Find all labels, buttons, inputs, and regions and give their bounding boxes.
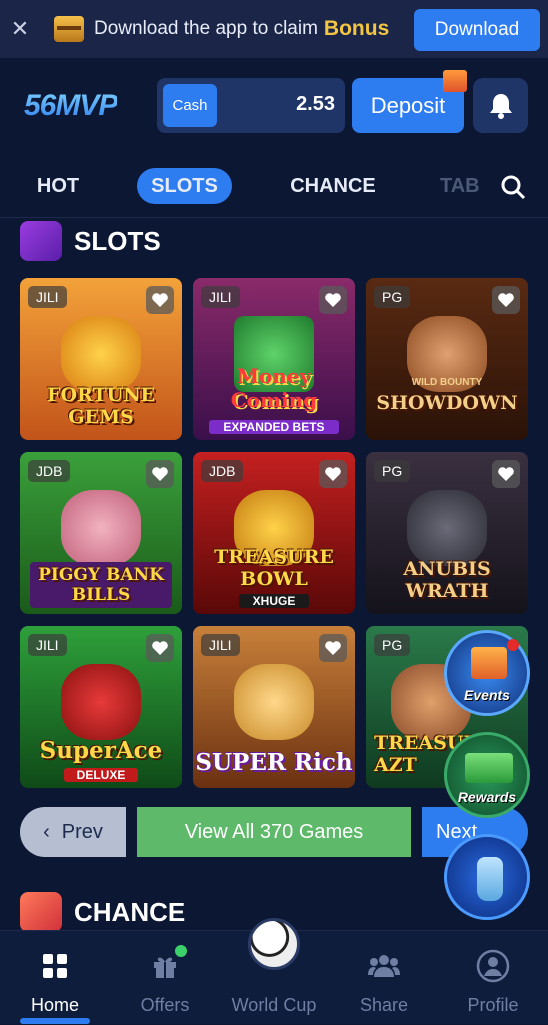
- game-card[interactable]: JILI SuperAce DELUXE: [20, 626, 182, 788]
- provider-badge: PG: [374, 460, 411, 482]
- game-title: SHOWDOWN: [376, 392, 518, 414]
- roulette-icon: [20, 892, 62, 932]
- nav-share[interactable]: Share: [329, 931, 439, 1025]
- site-logo[interactable]: 56MVP: [24, 89, 118, 123]
- provider-badge: JILI: [28, 286, 67, 308]
- soccer-ball-icon[interactable]: [248, 918, 300, 970]
- view-all-games-button[interactable]: View All 370 Games: [137, 807, 411, 857]
- game-title: PIGGY BANK BILLS: [30, 562, 172, 608]
- nav-profile-label: Profile: [467, 995, 519, 1015]
- cash-stack-icon: [465, 753, 513, 783]
- active-nav-indicator: [20, 1018, 90, 1024]
- game-card[interactable]: PG ANUBIS WRATH: [366, 452, 528, 614]
- nav-home[interactable]: Home: [0, 931, 110, 1025]
- potion-bottle-icon: [477, 857, 503, 901]
- favorite-heart-icon[interactable]: [319, 634, 347, 662]
- game-title: Money Coming: [230, 364, 318, 412]
- favorite-heart-icon[interactable]: [146, 634, 174, 662]
- events-widget[interactable]: Events: [444, 630, 530, 716]
- game-title: SuperAce: [39, 737, 163, 764]
- download-button[interactable]: Download: [414, 9, 540, 51]
- provider-badge: JILI: [28, 634, 67, 656]
- game-subtitle: XHUGE: [239, 594, 309, 608]
- favorite-heart-icon[interactable]: [492, 460, 520, 488]
- header: 56MVP Cash 2.53 Deposit: [0, 58, 548, 154]
- category-tabs: HOT SLOTS CHANCE TAB: [0, 154, 548, 218]
- game-subtitle: DELUXE: [64, 768, 138, 782]
- game-card[interactable]: JDB TREASURE BOWL XHUGE: [193, 452, 355, 614]
- chance-section-title: CHANCE: [74, 896, 186, 927]
- game-card[interactable]: JILI SUPER Rich: [193, 626, 355, 788]
- game-art: [61, 490, 141, 566]
- share-people-icon: [368, 949, 400, 983]
- game-art: [407, 490, 487, 566]
- prev-label: Prev: [61, 820, 103, 843]
- slots-game-grid: JILI FORTUNE GEMS JILI Money Coming EXPA…: [20, 278, 528, 788]
- wallet-balance[interactable]: Cash 2.53: [157, 78, 345, 133]
- chevron-left-icon: ‹: [43, 820, 50, 843]
- game-title: FORTUNE GEMS: [46, 384, 156, 428]
- home-grid-icon: [41, 949, 69, 983]
- nav-offers[interactable]: Offers: [110, 931, 220, 1025]
- provider-badge: JILI: [201, 286, 240, 308]
- events-label: Events: [464, 687, 510, 703]
- game-art: [61, 664, 141, 740]
- game-art: [234, 664, 314, 740]
- close-icon[interactable]: ✕: [2, 16, 38, 42]
- banner-bonus: Bonus: [323, 17, 390, 40]
- tab-chance[interactable]: CHANCE: [276, 168, 390, 204]
- bell-icon: [489, 93, 512, 119]
- rewards-label: Rewards: [457, 789, 517, 805]
- favorite-heart-icon[interactable]: [146, 286, 174, 314]
- treasure-chest-icon: [54, 16, 84, 42]
- favorite-heart-icon[interactable]: [492, 286, 520, 314]
- provider-badge: JDB: [28, 460, 71, 482]
- nav-profile[interactable]: Profile: [438, 931, 548, 1025]
- chance-section-header: CHANCE: [20, 892, 185, 932]
- game-subtitle: WILD BOUNTY: [411, 377, 483, 388]
- nav-share-label: Share: [359, 995, 409, 1015]
- provider-badge: JDB: [201, 460, 244, 482]
- gift-icon: [151, 945, 187, 983]
- game-card[interactable]: JDB PIGGY BANK BILLS: [20, 452, 182, 614]
- provider-badge: JILI: [201, 634, 240, 656]
- game-card[interactable]: JILI FORTUNE GEMS: [20, 278, 182, 440]
- download-banner: ✕ Download the app to claim Bonus Downlo…: [0, 0, 548, 58]
- nav-home-label: Home: [30, 995, 79, 1015]
- provider-badge: PG: [374, 634, 411, 656]
- banner-message: Download the app to claim: [94, 18, 318, 39]
- game-card[interactable]: JILI Money Coming EXPANDED BETS: [193, 278, 355, 440]
- game-art: [61, 316, 141, 392]
- notifications-button[interactable]: [473, 78, 528, 133]
- rewards-widget[interactable]: Rewards: [444, 732, 530, 818]
- tab-slots[interactable]: SLOTS: [137, 168, 232, 204]
- gift-box-icon: [471, 647, 507, 679]
- offers-notification-dot: [175, 945, 187, 957]
- cash-label: Cash: [163, 84, 217, 127]
- potion-widget[interactable]: [444, 834, 530, 920]
- tab-hot[interactable]: HOT: [20, 168, 96, 204]
- slots-section-title: SLOTS: [74, 225, 161, 256]
- prev-button[interactable]: ‹ Prev: [20, 807, 126, 857]
- search-icon[interactable]: [500, 174, 526, 200]
- balance-amount: 2.53: [296, 93, 335, 115]
- game-subtitle: EXPANDED BETS: [209, 420, 339, 434]
- slots-section-header: SLOTS: [20, 221, 161, 261]
- profile-icon: [476, 949, 510, 983]
- game-title: ANUBIS WRATH: [403, 558, 491, 602]
- nav-world-cup-label: World Cup: [231, 995, 317, 1015]
- game-title: TREASURE BOWL: [214, 546, 334, 590]
- tab-table[interactable]: TAB: [440, 168, 480, 204]
- favorite-heart-icon[interactable]: [319, 460, 347, 488]
- game-title: SUPER Rich: [195, 749, 353, 776]
- slot-machine-icon: [20, 221, 62, 261]
- gift-icon: [443, 70, 467, 92]
- favorite-heart-icon[interactable]: [319, 286, 347, 314]
- favorite-heart-icon[interactable]: [146, 460, 174, 488]
- provider-badge: PG: [374, 286, 411, 308]
- nav-offers-label: Offers: [140, 995, 190, 1015]
- game-card[interactable]: PG WILD BOUNTY SHOWDOWN: [366, 278, 528, 440]
- notification-dot: [507, 639, 519, 651]
